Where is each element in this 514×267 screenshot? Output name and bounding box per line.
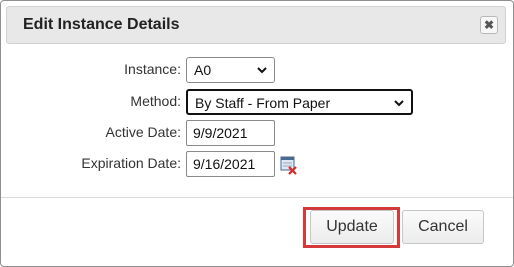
method-select[interactable]: By Staff - From Paper [186, 89, 413, 115]
cancel-button[interactable]: Cancel [402, 210, 484, 244]
method-row: Method: By Staff - From Paper [1, 89, 513, 115]
chevron-down-icon [257, 67, 267, 74]
expiration-date-value: 9/16/2021 [193, 156, 256, 172]
expiration-date-row: Expiration Date: 9/16/2021 [1, 151, 513, 177]
expiration-date-label: Expiration Date: [81, 155, 181, 171]
dialog-titlebar: Edit Instance Details ✖ [6, 6, 506, 44]
chevron-down-icon [394, 100, 404, 107]
active-date-label: Active Date: [105, 124, 181, 140]
edit-instance-dialog: Edit Instance Details ✖ Instance: A0 Met… [0, 0, 514, 267]
instance-row: Instance: A0 [1, 57, 513, 83]
active-date-row: Active Date: 9/9/2021 [1, 120, 513, 146]
update-highlight-box [303, 207, 400, 248]
active-date-input[interactable]: 9/9/2021 [186, 120, 275, 146]
active-date-value: 9/9/2021 [193, 125, 248, 141]
calendar-clear-icon[interactable] [280, 155, 298, 175]
instance-label: Instance: [124, 61, 181, 77]
dialog-title: Edit Instance Details [23, 16, 180, 33]
close-button[interactable]: ✖ [480, 16, 498, 34]
method-label: Method: [130, 93, 181, 109]
close-icon: ✖ [483, 18, 495, 32]
footer-divider [1, 197, 513, 198]
method-value: By Staff - From Paper [195, 95, 331, 111]
instance-select[interactable]: A0 [186, 57, 275, 83]
expiration-date-input[interactable]: 9/16/2021 [186, 151, 275, 177]
instance-value: A0 [194, 62, 212, 78]
